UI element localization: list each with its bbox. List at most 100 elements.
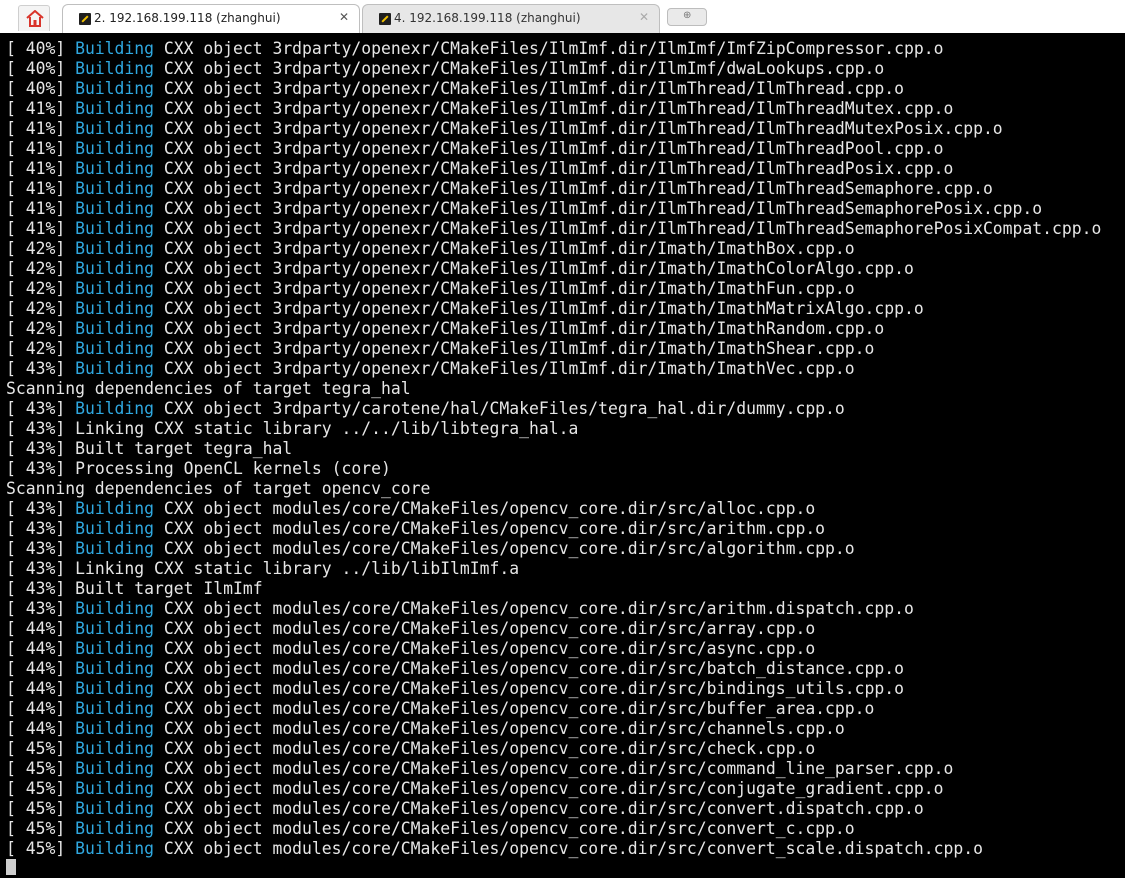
line-progress: [ 45%] <box>6 739 76 758</box>
line-progress: [ 44%] <box>6 639 76 658</box>
line-progress: [ 41%] <box>6 99 76 118</box>
line-text: CXX object modules/core/CMakeFiles/openc… <box>154 639 816 658</box>
terminal-line: [ 40%] Building CXX object 3rdparty/open… <box>6 59 1101 79</box>
line-keyword: Building <box>75 359 155 378</box>
line-progress: [ 45%] <box>6 759 76 778</box>
line-text: CXX object 3rdparty/openexr/CMakeFiles/I… <box>154 319 885 338</box>
line-progress: [ 40%] <box>6 59 76 78</box>
terminal-line: [ 41%] Building CXX object 3rdparty/open… <box>6 199 1101 219</box>
line-text: CXX object modules/core/CMakeFiles/openc… <box>154 499 816 518</box>
terminal-line: [ 43%] Building CXX object 3rdparty/open… <box>6 359 1101 379</box>
line-text: CXX object modules/core/CMakeFiles/openc… <box>154 659 904 678</box>
close-icon[interactable]: ✕ <box>639 10 649 24</box>
line-progress: [ 41%] <box>6 179 76 198</box>
line-progress: [ 44%] <box>6 719 76 738</box>
line-progress: [ 41%] <box>6 219 76 238</box>
line-keyword: Building <box>75 159 155 178</box>
session-icon <box>379 13 391 25</box>
line-text: CXX object modules/core/CMakeFiles/openc… <box>154 679 904 698</box>
line-text: CXX object modules/core/CMakeFiles/openc… <box>154 839 983 858</box>
line-keyword: Building <box>75 839 155 858</box>
line-text: CXX object 3rdparty/openexr/CMakeFiles/I… <box>154 259 914 278</box>
line-progress: [ 43%] <box>6 439 76 458</box>
line-text: CXX object 3rdparty/openexr/CMakeFiles/I… <box>154 179 993 198</box>
terminal-line: [ 43%] Building CXX object modules/core/… <box>6 519 1101 539</box>
close-icon[interactable]: ✕ <box>339 10 349 24</box>
line-text: CXX object 3rdparty/openexr/CMakeFiles/I… <box>154 159 954 178</box>
terminal-line: [ 43%] Linking CXX static library ../../… <box>6 419 1101 439</box>
line-keyword: Building <box>75 619 155 638</box>
line-keyword: Building <box>75 759 155 778</box>
line-text: Built target tegra_hal <box>75 439 293 458</box>
tab-session-2[interactable]: 2. 192.168.199.118 (zhanghui) ✕ <box>62 4 360 33</box>
terminal-line: [ 43%] Processing OpenCL kernels (core) <box>6 459 1101 479</box>
home-button[interactable] <box>18 5 50 31</box>
line-keyword: Building <box>75 79 155 98</box>
line-progress: [ 43%] <box>6 519 76 538</box>
line-keyword: Building <box>75 299 155 318</box>
line-text: CXX object modules/core/CMakeFiles/openc… <box>154 699 875 718</box>
line-keyword: Building <box>75 799 155 818</box>
terminal-line: [ 43%] Linking CXX static library ../lib… <box>6 559 1101 579</box>
line-progress: [ 43%] <box>6 459 76 478</box>
line-progress: [ 42%] <box>6 239 76 258</box>
line-text: CXX object 3rdparty/openexr/CMakeFiles/I… <box>154 239 855 258</box>
line-text: CXX object 3rdparty/openexr/CMakeFiles/I… <box>154 359 855 378</box>
line-progress: [ 43%] <box>6 499 76 518</box>
terminal-cursor <box>6 859 16 875</box>
line-keyword: Building <box>75 399 155 418</box>
line-keyword: Building <box>75 179 155 198</box>
line-text: CXX object modules/core/CMakeFiles/openc… <box>154 799 924 818</box>
line-text: CXX object modules/core/CMakeFiles/openc… <box>154 719 845 738</box>
terminal-line: [ 41%] Building CXX object 3rdparty/open… <box>6 159 1101 179</box>
terminal-lines: [ 40%] Building CXX object 3rdparty/open… <box>6 39 1101 859</box>
terminal-line: [ 41%] Building CXX object 3rdparty/open… <box>6 219 1101 239</box>
line-text: Linking CXX static library ../../lib/lib… <box>75 419 579 438</box>
line-keyword: Building <box>75 239 155 258</box>
line-progress: [ 44%] <box>6 619 76 638</box>
line-text: CXX object modules/core/CMakeFiles/openc… <box>154 599 914 618</box>
line-keyword: Building <box>75 339 155 358</box>
line-text: CXX object 3rdparty/carotene/hal/CMakeFi… <box>154 399 845 418</box>
line-text: CXX object 3rdparty/openexr/CMakeFiles/I… <box>154 279 855 298</box>
tab-session-4[interactable]: 4. 192.168.199.118 (zhanghui) ✕ <box>362 4 660 33</box>
terminal-output[interactable]: [ 40%] Building CXX object 3rdparty/open… <box>0 33 1125 878</box>
line-text: CXX object 3rdparty/openexr/CMakeFiles/I… <box>154 139 944 158</box>
line-text: CXX object 3rdparty/openexr/CMakeFiles/I… <box>154 339 875 358</box>
terminal-line: [ 43%] Building CXX object modules/core/… <box>6 599 1101 619</box>
line-keyword: Building <box>75 639 155 658</box>
line-progress: [ 43%] <box>6 359 76 378</box>
terminal-line: [ 43%] Building CXX object modules/core/… <box>6 499 1101 519</box>
terminal-line: [ 44%] Building CXX object modules/core/… <box>6 639 1101 659</box>
line-text: Built target IlmImf <box>75 579 263 598</box>
line-progress: [ 45%] <box>6 839 76 858</box>
terminal-line: [ 45%] Building CXX object modules/core/… <box>6 839 1101 859</box>
terminal-line: [ 43%] Building CXX object 3rdparty/caro… <box>6 399 1101 419</box>
line-keyword: Building <box>75 679 155 698</box>
line-progress: [ 45%] <box>6 779 76 798</box>
line-keyword: Building <box>75 39 155 58</box>
terminal-line: [ 42%] Building CXX object 3rdparty/open… <box>6 339 1101 359</box>
line-text: CXX object 3rdparty/openexr/CMakeFiles/I… <box>154 299 924 318</box>
line-progress: [ 42%] <box>6 299 76 318</box>
terminal-line: [ 44%] Building CXX object modules/core/… <box>6 619 1101 639</box>
line-progress: [ 42%] <box>6 279 76 298</box>
terminal-line: [ 45%] Building CXX object modules/core/… <box>6 819 1101 839</box>
terminal-line: [ 44%] Building CXX object modules/core/… <box>6 679 1101 699</box>
home-icon <box>26 10 44 27</box>
line-text: CXX object modules/core/CMakeFiles/openc… <box>154 619 816 638</box>
new-tab-button[interactable]: ⊕ <box>667 8 707 26</box>
line-progress: [ 42%] <box>6 259 76 278</box>
terminal-line: Scanning dependencies of target opencv_c… <box>6 479 1101 499</box>
line-text: CXX object 3rdparty/openexr/CMakeFiles/I… <box>154 79 904 98</box>
terminal-line: [ 45%] Building CXX object modules/core/… <box>6 779 1101 799</box>
terminal-line: [ 40%] Building CXX object 3rdparty/open… <box>6 79 1101 99</box>
line-keyword: Building <box>75 719 155 738</box>
line-progress: [ 42%] <box>6 339 76 358</box>
line-progress: [ 40%] <box>6 39 76 58</box>
line-text: Linking CXX static library ../lib/libIlm… <box>75 559 520 578</box>
line-text: Scanning dependencies of target opencv_c… <box>6 479 431 498</box>
line-text: Scanning dependencies of target tegra_ha… <box>6 379 411 398</box>
line-keyword: Building <box>75 139 155 158</box>
line-text: CXX object modules/core/CMakeFiles/openc… <box>154 779 944 798</box>
